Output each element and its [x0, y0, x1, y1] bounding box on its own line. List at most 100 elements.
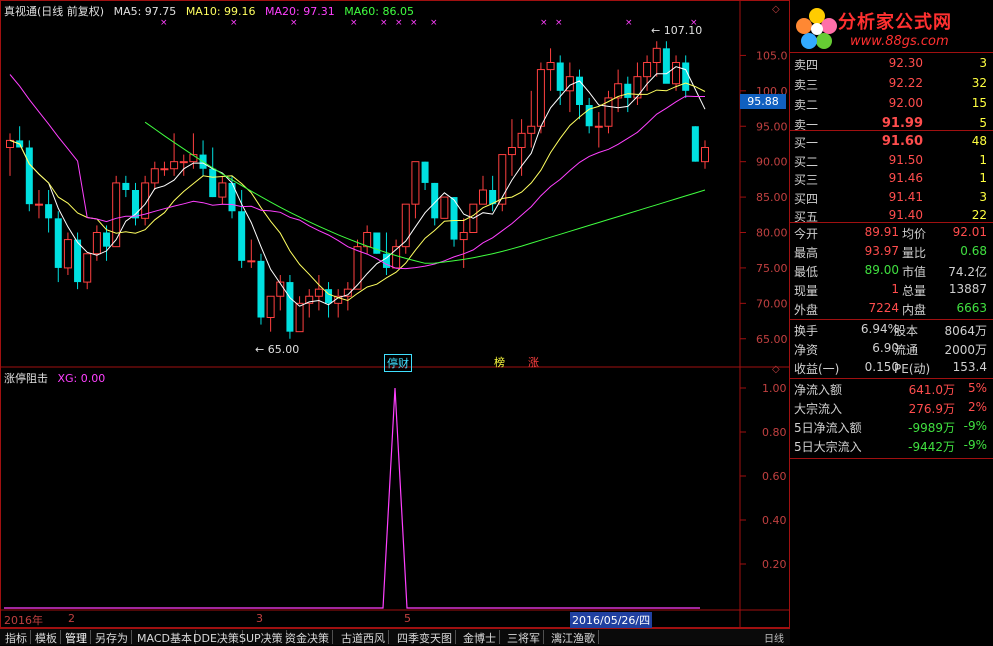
- tab-5[interactable]: DDE决策: [190, 630, 243, 645]
- buy-row: 买二 91.50 1: [790, 153, 993, 170]
- formula-tab-bar: 指标 模板 管理 另存为 MACD基本 DDE决策 SUP决策 资金决策 古道西风 四季变天图 金博…: [0, 628, 790, 645]
- candle-body: [546, 62, 555, 71]
- signal-marker: ×: [395, 18, 403, 28]
- buy-volume: 22: [971, 208, 987, 222]
- date-m3: 3: [256, 612, 263, 625]
- candle-body: [34, 203, 43, 206]
- event-tag-3[interactable]: 涨: [526, 354, 541, 370]
- candle-body: [682, 62, 690, 91]
- signal-marker: ×: [555, 18, 563, 28]
- tab-9[interactable]: 四季变天图: [394, 630, 456, 645]
- candle-body: [286, 282, 294, 332]
- tab-0[interactable]: 指标: [2, 630, 31, 645]
- candle-body: [160, 168, 169, 171]
- candle-body: [54, 218, 62, 268]
- tab-6[interactable]: SUP决策: [236, 630, 287, 645]
- event-tag-2[interactable]: 榜: [492, 354, 507, 370]
- stat-label: 市值: [902, 265, 927, 279]
- price-axis-label: 75.00: [756, 262, 788, 275]
- price-axis-label: 70.00: [756, 297, 788, 310]
- buy-row: 买一 91.60 48: [790, 134, 993, 151]
- flow-value: 276.9万: [908, 402, 955, 416]
- stock-title: 真视通(日线 前复权): [4, 5, 105, 18]
- candle-body: [517, 132, 526, 148]
- buy-label: 买四: [794, 191, 819, 206]
- date-axis: 2016年 2 3 5 2016/05/26/四: [0, 612, 740, 628]
- candle-body: [421, 161, 429, 183]
- stat-row: 最高 93.97 量比 0.68: [790, 244, 993, 261]
- date-m5: 5: [404, 612, 411, 625]
- stat-label: 量比: [902, 246, 927, 260]
- buy-row: 买四 91.41 3: [790, 190, 993, 207]
- low-mark: ← 65.00: [255, 343, 300, 356]
- fund-row: 收益(一) 0.150 PE(动) 153.4: [790, 360, 993, 377]
- tab-3[interactable]: 另存为: [92, 630, 132, 645]
- tab-4[interactable]: MACD基本: [134, 630, 196, 645]
- candle-body: [363, 232, 372, 248]
- chart-diamond-2: ◇: [772, 364, 780, 375]
- price-axis-label: 95.00: [756, 120, 788, 133]
- tab-1[interactable]: 模板: [32, 630, 61, 645]
- candle-body: [652, 47, 661, 63]
- signal-marker: ×: [410, 18, 418, 28]
- candle-body: [314, 288, 323, 297]
- flow-row: 5日大宗流入 -9442万 -9%: [790, 438, 993, 455]
- chart-diamond-1: ◇: [772, 4, 780, 15]
- stat-value: 89.91: [864, 225, 899, 239]
- high-mark: ← 107.10: [651, 24, 703, 37]
- low-mark-value: 65.00: [267, 343, 300, 356]
- tab-2[interactable]: 管理: [62, 630, 91, 645]
- date-year: 2016年: [4, 614, 43, 627]
- fund-label: 收益(一): [794, 362, 840, 376]
- signal-marker: ×: [540, 18, 548, 28]
- period-label[interactable]: 日线: [764, 630, 784, 645]
- flow-pct: 5%: [967, 381, 987, 395]
- signal-marker: ×: [625, 18, 633, 28]
- candle-body: [257, 260, 265, 318]
- candle-body: [556, 62, 564, 91]
- stat-value: 6663: [956, 301, 987, 315]
- fund-label: PE(动): [894, 362, 931, 376]
- fund-label: 流通: [894, 343, 919, 357]
- tab-11[interactable]: 三将军: [504, 630, 544, 645]
- candle-body: [74, 239, 82, 283]
- buy-row: 买三 91.46 1: [790, 171, 993, 188]
- indicator-xg: XG: 0.00: [57, 372, 106, 385]
- signal-marker: ×: [430, 18, 438, 28]
- tab-8[interactable]: 古道西风: [338, 630, 389, 645]
- stat-label: 最高: [794, 246, 819, 260]
- stat-value: 74.2亿: [948, 265, 987, 279]
- event-tag-1[interactable]: 停财: [384, 354, 412, 372]
- ma10-label: MA10: 99.16: [185, 5, 256, 18]
- panel-sep-flow: [790, 378, 993, 379]
- signal-marker: ×: [290, 18, 298, 28]
- high-mark-value: 107.10: [663, 24, 703, 37]
- buy-price: 91.41: [888, 189, 923, 204]
- sell-price: 92.30: [888, 56, 923, 70]
- buy-label: 买二: [794, 154, 819, 169]
- candle-body: [643, 62, 652, 78]
- quote-panel: 分析家公式网 www.88gs.com 卖四 92.30 3 卖三 92.22 32 卖二 9…: [790, 0, 993, 644]
- stat-row: 今开 89.91 均价 92.01: [790, 225, 993, 242]
- indicator-title: 涨停阻击: [4, 372, 48, 385]
- sell-volume: 15: [971, 96, 987, 110]
- buy-price: 91.46: [888, 171, 923, 185]
- stat-value: 93.97: [864, 244, 899, 258]
- stat-label: 最低: [794, 265, 819, 279]
- tab-12[interactable]: 漓江渔歌: [548, 630, 599, 645]
- flow-label: 净流入额: [794, 383, 843, 397]
- tab-7[interactable]: 资金决策: [282, 630, 333, 645]
- candle-body: [411, 161, 420, 205]
- buy-label: 买三: [794, 173, 819, 187]
- indicator-axis-label: 0.80: [762, 426, 787, 439]
- stat-label: 外盘: [794, 303, 819, 317]
- tab-10[interactable]: 金博士: [460, 630, 500, 645]
- stat-label: 现量: [794, 284, 819, 298]
- price-axis-label: 105.0: [756, 49, 788, 62]
- fund-label: 换手: [794, 324, 819, 338]
- buy-price: 91.40: [888, 208, 923, 222]
- indicator-axis-label: 1.00: [762, 382, 787, 395]
- ma60-label: MA60: 86.05: [344, 5, 414, 18]
- stat-label: 今开: [794, 227, 819, 241]
- flow-row: 5日净流入额 -9989万 -9%: [790, 419, 993, 436]
